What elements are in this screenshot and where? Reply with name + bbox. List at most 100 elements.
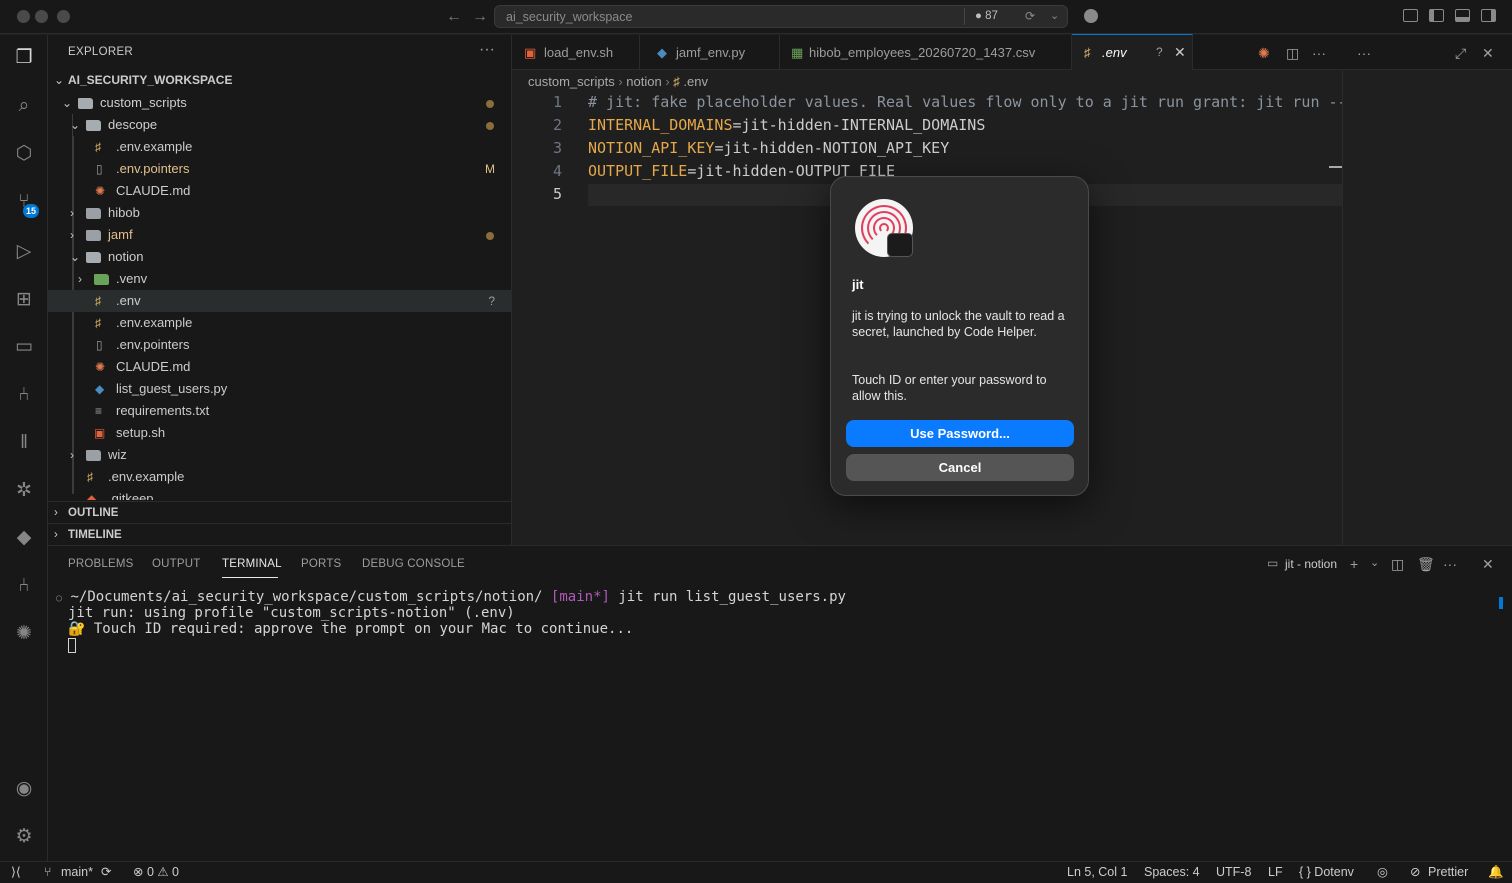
- tab-load-env-sh[interactable]: ▣ load_env.sh: [512, 35, 640, 70]
- git-graph-icon[interactable]: ⑃: [12, 383, 36, 407]
- timeline-icon[interactable]: ‖: [12, 431, 36, 455]
- tree-item-setup-sh[interactable]: ▣ setup.sh: [48, 422, 511, 444]
- breadcrumb-item[interactable]: notion: [626, 74, 661, 89]
- claude-icon[interactable]: ✺: [12, 622, 36, 646]
- status-language[interactable]: { } Dotenv: [1299, 862, 1354, 883]
- file-icon: ▯: [96, 162, 103, 176]
- tab-output[interactable]: OUTPUT: [152, 558, 200, 570]
- terminal-name[interactable]: jit - notion: [1285, 557, 1337, 571]
- toggle-primary-sidebar-icon[interactable]: [1429, 9, 1444, 22]
- more-actions-icon[interactable]: ···: [479, 41, 495, 59]
- tree-item-venv[interactable]: › .venv: [48, 268, 511, 290]
- tree-item-label: hibob: [108, 205, 140, 220]
- chat-icon[interactable]: ⟳: [1025, 9, 1035, 23]
- notifications-bell-icon[interactable]: 🔔: [1488, 862, 1504, 883]
- kubernetes-icon[interactable]: ✲: [12, 479, 36, 503]
- tree-item-label: custom_scripts: [100, 95, 187, 110]
- toggle-secondary-sidebar-icon[interactable]: [1481, 9, 1496, 22]
- toggle-panel-icon[interactable]: [1455, 9, 1470, 22]
- tab-debug-console[interactable]: DEBUG CONSOLE: [362, 558, 465, 570]
- tree-item-env-example[interactable]: ♯ .env.example: [48, 136, 511, 158]
- status-position[interactable]: Ln 5, Col 1: [1067, 862, 1127, 883]
- more-actions-icon[interactable]: ···: [1443, 556, 1457, 572]
- search-icon[interactable]: ⌕: [12, 94, 36, 118]
- customize-layout-icon[interactable]: [1403, 9, 1418, 22]
- claude-icon[interactable]: ✺: [1258, 45, 1270, 62]
- copilot-status-icon[interactable]: ◎: [1377, 862, 1388, 883]
- copilot-icon[interactable]: [1084, 9, 1098, 23]
- back-arrow-icon[interactable]: ←: [446, 8, 462, 26]
- chevron-right-icon: ›: [70, 448, 74, 462]
- status-prettier[interactable]: Prettier: [1428, 862, 1468, 883]
- prettier-icon: ⊘: [1410, 865, 1421, 879]
- timeline-section[interactable]: › TIMELINE: [48, 523, 511, 545]
- status-encoding[interactable]: UTF-8: [1216, 862, 1251, 883]
- tree-item-hibob[interactable]: › hibob: [48, 202, 511, 224]
- remote-icon[interactable]: ⟩⟨: [11, 862, 21, 883]
- split-terminal-icon[interactable]: ◫: [1391, 556, 1404, 573]
- tree-item-env-example[interactable]: ♯ .env.example: [48, 466, 511, 488]
- breadcrumb-item[interactable]: .env: [683, 74, 708, 89]
- sync-icon[interactable]: ⟳: [101, 862, 111, 883]
- account-icon[interactable]: ◉: [12, 777, 36, 801]
- env-file-icon: ♯: [95, 294, 101, 308]
- run-debug-icon[interactable]: ▷: [12, 240, 36, 264]
- new-terminal-icon[interactable]: +: [1350, 556, 1358, 572]
- tree-item-descope[interactable]: ⌄ descope: [48, 114, 511, 136]
- tree-item-jamf[interactable]: › jamf: [48, 224, 511, 246]
- tree-item-requirements[interactable]: ≡ requirements.txt: [48, 400, 511, 422]
- chevron-down-icon[interactable]: ⌄: [1050, 9, 1059, 22]
- status-eol[interactable]: LF: [1268, 862, 1283, 883]
- tree-item-list-guest-users[interactable]: ◆ list_guest_users.py: [48, 378, 511, 400]
- minimize-window-button[interactable]: [35, 10, 48, 23]
- more-actions-icon[interactable]: ···: [1357, 45, 1371, 61]
- tree-item-env-pointers[interactable]: ▯ .env.pointers M: [48, 158, 511, 180]
- python-icon[interactable]: ◆: [12, 526, 36, 550]
- outline-section[interactable]: › OUTLINE: [48, 501, 511, 523]
- env-file-icon: ♯: [95, 316, 101, 330]
- tree-item-custom-scripts[interactable]: ⌄ custom_scripts: [48, 92, 511, 114]
- containers-icon[interactable]: ⬡: [12, 142, 36, 166]
- workspace-root[interactable]: ⌄ AI_SECURITY_WORKSPACE: [48, 69, 511, 91]
- tab-jamf-env-py[interactable]: ◆ jamf_env.py: [640, 35, 780, 70]
- tree-item-gitkeep[interactable]: ◆ .gitkeep: [48, 488, 511, 500]
- close-icon[interactable]: ✕: [1482, 556, 1494, 573]
- terminal-cursor-line[interactable]: [68, 637, 76, 653]
- close-window-button[interactable]: [17, 10, 30, 23]
- tree-item-env-example[interactable]: ♯ .env.example: [48, 312, 511, 334]
- tab-env[interactable]: ♯ .env ? ✕: [1072, 34, 1193, 70]
- close-icon[interactable]: ✕: [1482, 45, 1494, 62]
- trash-icon[interactable]: 🗑: [1417, 556, 1435, 573]
- git-lens-icon[interactable]: ⑃: [12, 574, 36, 598]
- chevron-down-icon[interactable]: ⌄: [1370, 556, 1379, 569]
- zoom-window-button[interactable]: [57, 10, 70, 23]
- tree-item-env-pointers[interactable]: ▯ .env.pointers: [48, 334, 511, 356]
- remote-explorer-icon[interactable]: ▭: [12, 335, 36, 359]
- extensions-icon[interactable]: ⊞: [12, 288, 36, 312]
- close-icon[interactable]: ✕: [1174, 35, 1186, 70]
- explorer-icon[interactable]: ❐: [12, 46, 36, 70]
- use-password-button[interactable]: Use Password...: [846, 420, 1074, 447]
- minimap-slider[interactable]: [1329, 166, 1342, 168]
- tab-problems[interactable]: PROBLEMS: [68, 558, 134, 570]
- command-center[interactable]: ai_security_workspace ● 87 ⟳ ⌄: [494, 5, 1068, 28]
- active-tab-indicator: [222, 577, 278, 578]
- tree-item-env[interactable]: ♯ .env ?: [48, 290, 511, 312]
- maximize-icon[interactable]: ⤢: [1455, 45, 1466, 62]
- tab-ports[interactable]: PORTS: [301, 558, 341, 570]
- settings-gear-icon[interactable]: ⚙: [12, 825, 36, 849]
- status-branch[interactable]: main*: [61, 862, 93, 883]
- status-spaces[interactable]: Spaces: 4: [1144, 862, 1200, 883]
- breadcrumb-item[interactable]: custom_scripts: [528, 74, 615, 89]
- tree-item-claude-md[interactable]: ✺ CLAUDE.md: [48, 356, 511, 378]
- split-editor-icon[interactable]: ◫: [1286, 45, 1299, 62]
- tab-terminal[interactable]: TERMINAL: [222, 558, 282, 570]
- more-actions-icon[interactable]: ···: [1312, 45, 1326, 61]
- tree-item-claude-md[interactable]: ✺ CLAUDE.md: [48, 180, 511, 202]
- tree-item-notion[interactable]: ⌄ notion: [48, 246, 511, 268]
- tab-hibob-csv[interactable]: ▦ hibob_employees_20260720_1437.csv: [780, 35, 1072, 70]
- status-problems[interactable]: ⊗ 0 ⚠ 0: [133, 862, 179, 883]
- cancel-button[interactable]: Cancel: [846, 454, 1074, 481]
- tree-item-wiz[interactable]: › wiz: [48, 444, 511, 466]
- forward-arrow-icon[interactable]: →: [472, 8, 488, 26]
